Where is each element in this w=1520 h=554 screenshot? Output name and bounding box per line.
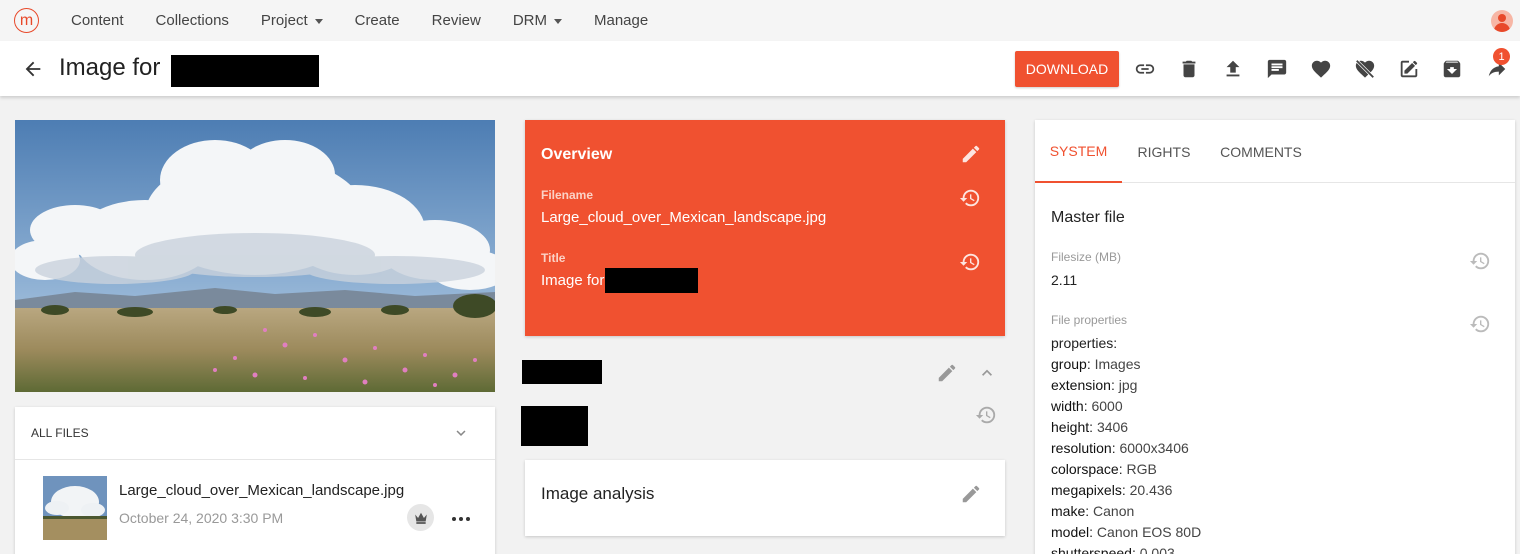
archive-icon[interactable] [1441,58,1463,80]
history-icon[interactable] [1469,313,1491,335]
redacted-block [605,268,698,293]
property-row: extension: jpg [1051,377,1138,393]
file-date: October 24, 2020 3:30 PM [119,510,284,526]
caret-down-icon [314,18,323,24]
edit-note-icon[interactable] [1398,58,1420,80]
asset-preview-image[interactable] [15,120,495,392]
property-row: model: Canon EOS 80D [1051,524,1202,540]
properties-heading: properties: [1051,335,1118,351]
filesize-value: 2.11 [1051,272,1078,288]
user-avatar[interactable] [1491,10,1513,32]
overview-title: Overview [541,146,613,163]
back-arrow-icon[interactable] [22,58,44,80]
asset-header: Image for DOWNLOAD [0,41,1520,96]
tab-system[interactable]: SYSTEM [1035,120,1122,183]
nav-item-project[interactable]: Project [245,12,339,29]
all-files-header[interactable]: ALL FILES [15,407,495,460]
history-icon[interactable] [975,404,997,426]
metadata-panel: SYSTEM RIGHTS COMMENTS Master file Files… [1035,120,1515,554]
page-title: Image for [59,54,161,81]
nav-item-review[interactable]: Review [416,12,497,29]
master-file-button[interactable] [407,504,434,531]
redacted-block [171,55,319,87]
property-row: height: 3406 [1051,419,1129,435]
share-count-badge: 1 [1493,48,1510,65]
nav-item-content[interactable]: Content [55,12,140,29]
nav-item-label: Content [71,12,124,29]
property-row: resolution: 6000x3406 [1051,440,1189,456]
property-row: make: Canon [1051,503,1135,519]
file-name[interactable]: Large_cloud_over_Mexican_landscape.jpg [119,482,404,499]
title-value: Image for [541,272,605,289]
nav-item-manage[interactable]: Manage [578,12,664,29]
top-navigation: m Content Collections Project Create Rev… [0,0,1520,41]
file-thumbnail[interactable] [43,476,107,540]
edit-icon[interactable] [936,362,958,384]
image-analysis-card: Image analysis [525,460,1005,536]
edit-icon[interactable] [960,483,982,505]
chevron-down-icon[interactable] [452,424,470,442]
property-row: megapixels: 20.436 [1051,482,1173,498]
nav-item-drm[interactable]: DRM [497,12,578,29]
tab-rights[interactable]: RIGHTS [1122,120,1206,183]
history-icon[interactable] [959,187,981,209]
nav-menu: Content Collections Project Create Revie… [55,0,664,41]
edit-icon[interactable] [960,143,982,165]
chevron-up-icon[interactable] [977,363,997,383]
property-row: width: 6000 [1051,398,1123,414]
history-icon[interactable] [959,251,981,273]
all-files-label: ALL FILES [31,426,89,440]
nav-item-label: Manage [594,12,649,29]
nav-item-label: Review [431,12,481,29]
metadata-tabs: SYSTEM RIGHTS COMMENTS [1035,120,1515,183]
caret-down-icon [554,18,562,24]
property-row: group: Images [1051,356,1141,372]
crown-icon [414,512,427,524]
nav-item-label: Project [260,12,308,29]
filesize-label: Filesize (MB) [1051,250,1122,264]
comment-icon[interactable] [1266,58,1288,80]
logo-letter: m [19,11,34,29]
link-icon[interactable] [1134,58,1156,80]
favorite-icon[interactable] [1310,58,1332,80]
all-files-panel: ALL FILES Large_cloud_over_Mexican_lands… [15,407,495,554]
unfavorite-icon[interactable] [1354,58,1376,80]
nav-item-label: Create [354,12,400,29]
master-file-title: Master file [1051,209,1125,226]
more-options-icon[interactable] [451,515,471,523]
file-properties-list: properties: group: Images extension: jpg… [1051,333,1201,554]
nav-item-label: DRM [512,12,547,29]
upload-icon[interactable] [1222,58,1244,80]
nav-item-label: Collections [155,12,229,29]
file-properties-label: File properties [1051,313,1128,327]
app-logo[interactable]: m [14,8,39,33]
nav-item-create[interactable]: Create [339,12,416,29]
redacted-section-title [522,360,602,384]
image-analysis-title: Image analysis [541,484,655,503]
redacted-value [521,406,588,446]
tab-comments[interactable]: COMMENTS [1206,120,1316,183]
nav-item-collections[interactable]: Collections [140,12,245,29]
property-row: colorspace: RGB [1051,461,1157,477]
history-icon[interactable] [1469,250,1491,272]
property-row: shutterspeed: 0.003 [1051,545,1175,554]
download-button[interactable]: DOWNLOAD [1015,51,1119,87]
delete-icon[interactable] [1178,58,1200,80]
filename-label: Filename [541,188,594,202]
overview-card: Overview Filename Large_cloud_over_Mexic… [525,120,1005,336]
filename-value: Large_cloud_over_Mexican_landscape.jpg [541,209,827,226]
title-label: Title [541,251,566,265]
